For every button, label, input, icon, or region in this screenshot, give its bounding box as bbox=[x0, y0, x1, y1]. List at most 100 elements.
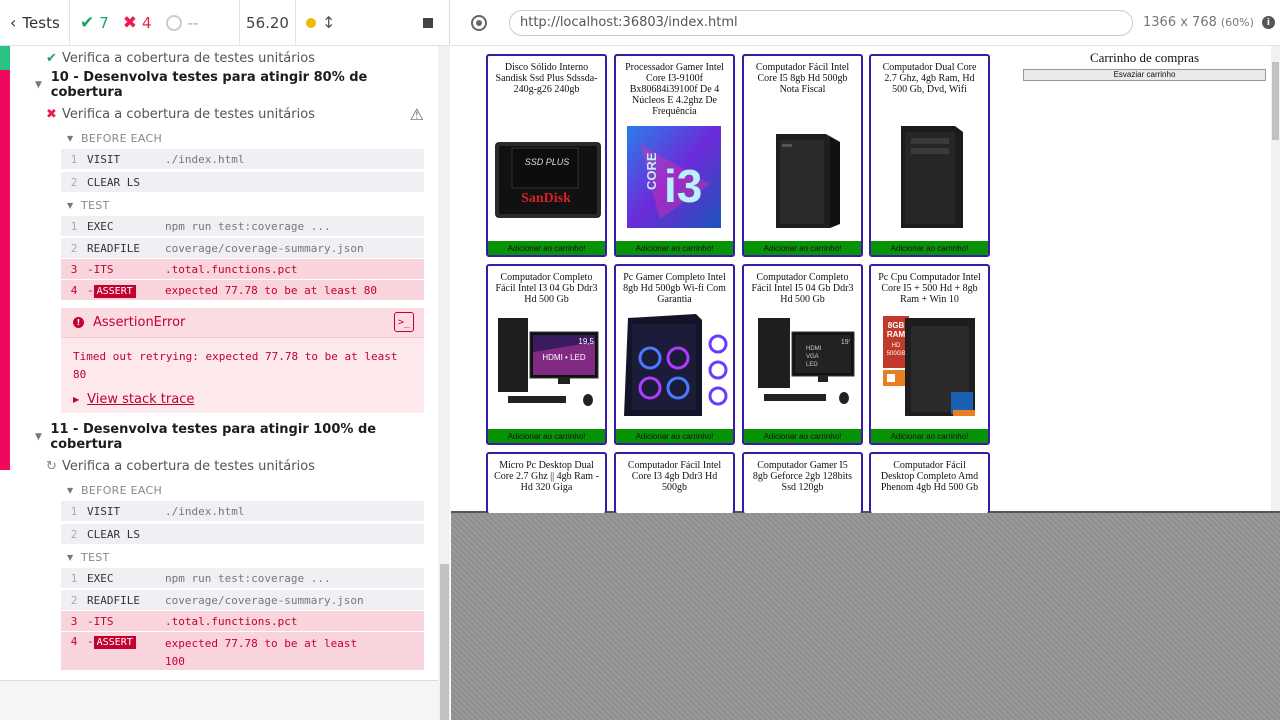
stats: ✔ 7 ✖ 4 -- bbox=[70, 0, 240, 46]
shopping-cart: Carrinho de compras Esvaziar carrinho bbox=[1023, 50, 1266, 81]
pending-count: -- bbox=[187, 13, 199, 32]
terminal-icon[interactable]: >_ bbox=[394, 312, 414, 332]
autoscroll-toggle[interactable]: ↕ bbox=[306, 13, 335, 32]
cmd-num: 2 bbox=[70, 593, 78, 607]
command-row[interactable]: 2 READFILE coverage/coverage-summary.jso… bbox=[61, 590, 424, 610]
cmd-name: VISIT bbox=[87, 504, 121, 518]
add-to-cart-button[interactable]: Adicionar ao carrinho! bbox=[744, 241, 861, 255]
stop-icon[interactable] bbox=[423, 17, 433, 28]
msg-part: expected bbox=[165, 637, 225, 650]
before-each-label: BEFORE EACH bbox=[81, 132, 163, 145]
command-row[interactable]: 2 CLEAR LS bbox=[61, 172, 424, 192]
command-row-assert[interactable]: 4 - ASSERT expected 77.78 to be at least 1… bbox=[61, 632, 424, 670]
check-icon: ✔ bbox=[46, 50, 57, 66]
updown-arrow-icon: ↕ bbox=[322, 13, 336, 32]
monitor-size: 19' bbox=[840, 339, 849, 346]
test-row-prev[interactable]: ✔ Verifica a cobertura de testes unitári… bbox=[0, 46, 438, 70]
command-row-failed[interactable]: 3 -ITS .total.functions.pct bbox=[61, 611, 424, 631]
product-card: Computador Fácil Intel Core I3 4gb Ddr3 … bbox=[614, 452, 735, 513]
add-to-cart-button[interactable]: Adicionar ao carrinho! bbox=[616, 241, 733, 255]
monitor-size: 19,5 bbox=[578, 337, 594, 346]
add-to-cart-button[interactable]: Adicionar ao carrinho! bbox=[744, 429, 861, 443]
chevron-left-icon: ‹ bbox=[10, 13, 17, 32]
failed-stat: ✖ 4 bbox=[123, 13, 152, 33]
product-card: Pc Cpu Computador Intel Core I5 + 500 Hd… bbox=[869, 264, 990, 445]
cmd-num: 4 bbox=[70, 635, 78, 648]
msg-part: to be at least bbox=[257, 637, 358, 650]
warning-icon[interactable]: ⚠ bbox=[410, 105, 424, 124]
command-row[interactable]: 1 EXEC npm run test:coverage ... bbox=[61, 568, 424, 588]
fail-indicator bbox=[0, 70, 10, 470]
caret-down-icon: ▼ bbox=[67, 201, 74, 210]
before-each-header[interactable]: ▼ BEFORE EACH bbox=[67, 484, 162, 497]
command-row-assert[interactable]: 4 - ASSERT expected 77.78 to be at least … bbox=[61, 280, 424, 300]
cmd-msg: npm run test:coverage ... bbox=[165, 571, 331, 585]
add-to-cart-button[interactable]: Adicionar ao carrinho! bbox=[616, 429, 733, 443]
cmd-num: 4 bbox=[70, 283, 78, 297]
reporter-footer bbox=[0, 680, 438, 720]
viewport-scale: (60%) bbox=[1220, 16, 1254, 29]
url-bar[interactable]: http://localhost:36803/index.html bbox=[509, 9, 1133, 36]
spec-label: RAM bbox=[886, 330, 905, 339]
reporter-scroll-thumb[interactable] bbox=[440, 564, 449, 720]
suite-10[interactable]: ▼ 10 - Desenvolva testes para atingir 80… bbox=[0, 70, 438, 100]
suite-11[interactable]: ▼ 11 - Desenvolva testes para atingir 10… bbox=[0, 422, 438, 452]
sandisk-logo: SanDisk bbox=[521, 191, 571, 206]
test-section-header[interactable]: ▼ TEST bbox=[67, 551, 110, 564]
spec-label: 500GB bbox=[886, 351, 905, 357]
controls: ↕ bbox=[296, 0, 449, 46]
command-row-failed[interactable]: 3 -ITS .total.functions.pct bbox=[61, 259, 424, 279]
product-card: Pc Gamer Completo Intel 8gb Hd 500gb Wi-… bbox=[614, 264, 735, 445]
before-each-header[interactable]: ▼ BEFORE EACH bbox=[67, 132, 162, 145]
cmd-msg: npm run test:coverage ... bbox=[165, 219, 331, 233]
error-icon: ! bbox=[73, 317, 84, 328]
add-to-cart-button[interactable]: Adicionar ao carrinho! bbox=[488, 429, 605, 443]
expected-value: 80 bbox=[363, 283, 377, 297]
test-row-10[interactable]: ✖ Verifica a cobertura de testes unitári… bbox=[0, 102, 438, 126]
cmd-name: EXEC bbox=[87, 219, 114, 233]
product-title: Computador Fácil Desktop Completo Amd Ph… bbox=[880, 460, 979, 493]
product-card: Computador Fácil Intel Core I5 8gb Hd 50… bbox=[742, 54, 863, 257]
msg-part: to be at least bbox=[257, 283, 364, 297]
test-title: Verifica a cobertura de testes unitários bbox=[62, 458, 315, 474]
viewport-size: 1366 x 768 bbox=[1143, 15, 1217, 30]
tests-button[interactable]: ‹ Tests bbox=[0, 0, 70, 46]
selector-playground-icon[interactable] bbox=[471, 14, 487, 31]
product-image-pc-kit: 19' HDMI VGA LED bbox=[748, 312, 858, 416]
cmd-num: 1 bbox=[70, 219, 78, 233]
command-row[interactable]: 1 VISIT ./index.html bbox=[61, 149, 424, 169]
view-stack-trace[interactable]: ▶ View stack trace bbox=[61, 384, 424, 415]
empty-cart-button[interactable]: Esvaziar carrinho bbox=[1023, 68, 1266, 81]
product-card: Computador Dual Core 2.7 Ghz, 4gb Ram, H… bbox=[869, 54, 990, 257]
command-row[interactable]: 2 READFILE coverage/coverage-summary.jso… bbox=[61, 238, 424, 258]
actual-value: 77.78 bbox=[224, 283, 258, 297]
expected-value: 100 bbox=[165, 655, 185, 668]
pending-ring-icon bbox=[165, 14, 182, 31]
cmd-msg: ./index.html bbox=[165, 504, 245, 518]
test-section-header[interactable]: ▼ TEST bbox=[67, 199, 110, 212]
command-row[interactable]: 2 CLEAR LS bbox=[61, 524, 424, 544]
command-row[interactable]: 1 VISIT ./index.html bbox=[61, 501, 424, 521]
cmd-name: -ITS bbox=[87, 262, 114, 276]
test-row-11[interactable]: ↻ Verifica a cobertura de testes unitári… bbox=[0, 454, 438, 478]
error-message: Timed out retrying: expected 77.78 to be… bbox=[73, 350, 398, 381]
cmd-num: 3 bbox=[70, 262, 78, 276]
cmd-num: 2 bbox=[70, 241, 78, 255]
cmd-msg: coverage/coverage-summary.json bbox=[165, 593, 364, 607]
cmd-msg: .total.functions.pct bbox=[165, 262, 298, 276]
url-text: http://localhost:36803/index.html bbox=[520, 15, 738, 30]
status-dot-icon bbox=[306, 17, 316, 28]
frame-scroll-thumb[interactable] bbox=[1272, 62, 1279, 140]
product-image-gamer-case bbox=[620, 312, 730, 416]
test-reporter: ‹ Tests ✔ 7 ✖ 4 -- 56.20 ↕ ✔ Verifica a co… bbox=[0, 0, 450, 720]
product-title: Pc Gamer Completo Intel 8gb Hd 500gb Wi-… bbox=[623, 272, 726, 305]
add-to-cart-button[interactable]: Adicionar ao carrinho! bbox=[488, 241, 605, 255]
msg-part: expected bbox=[165, 283, 225, 297]
info-icon[interactable]: i bbox=[1261, 16, 1275, 29]
runnables: ✔ Verifica a cobertura de testes unitári… bbox=[0, 46, 438, 680]
add-to-cart-button[interactable]: Adicionar ao carrinho! bbox=[871, 429, 988, 443]
monitor-label: HDMI • LED bbox=[542, 353, 585, 362]
add-to-cart-button[interactable]: Adicionar ao carrinho! bbox=[871, 241, 988, 255]
command-row[interactable]: 1 EXEC npm run test:coverage ... bbox=[61, 216, 424, 236]
product-title: Computador Fácil Intel Core I3 4gb Ddr3 … bbox=[627, 460, 722, 493]
